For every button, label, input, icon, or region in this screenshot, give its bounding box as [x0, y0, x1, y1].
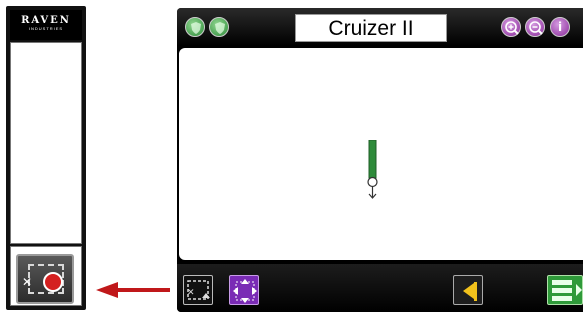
side-display — [10, 42, 82, 244]
page-title: Cruizer II — [295, 14, 447, 42]
info-icon[interactable]: i — [550, 17, 570, 37]
device-side-panel: RAVEN INDUSTRIES ✕ — [6, 6, 86, 310]
flag-button[interactable] — [453, 275, 483, 305]
shield-icon[interactable] — [185, 17, 205, 37]
info-glyph: i — [557, 20, 563, 34]
pan-button[interactable] — [229, 275, 259, 305]
map-view[interactable] — [179, 48, 583, 260]
svg-text:✕: ✕ — [187, 288, 195, 298]
pointer-arrow — [96, 282, 170, 298]
layers-button[interactable] — [547, 275, 583, 305]
vehicle-icon — [367, 140, 378, 199]
zoom-out-icon[interactable] — [525, 17, 545, 37]
bottom-toolbar: ✕ — [177, 264, 583, 312]
record-boundary-button[interactable]: ✕ — [16, 254, 74, 304]
logo-main-text: RAVEN — [21, 15, 71, 26]
top-bar: Cruizer II i — [177, 8, 583, 46]
zoom-in-icon[interactable] — [501, 17, 521, 37]
shield-check-icon[interactable] — [209, 17, 229, 37]
raven-logo: RAVEN INDUSTRIES — [10, 10, 82, 40]
record-icon — [43, 272, 63, 292]
logo-sub-text: INDUSTRIES — [28, 26, 64, 31]
main-display: Cruizer II i ✕ — [177, 8, 583, 312]
crosshair-icon: ✕ — [22, 275, 33, 289]
select-area-button[interactable]: ✕ — [183, 275, 213, 305]
